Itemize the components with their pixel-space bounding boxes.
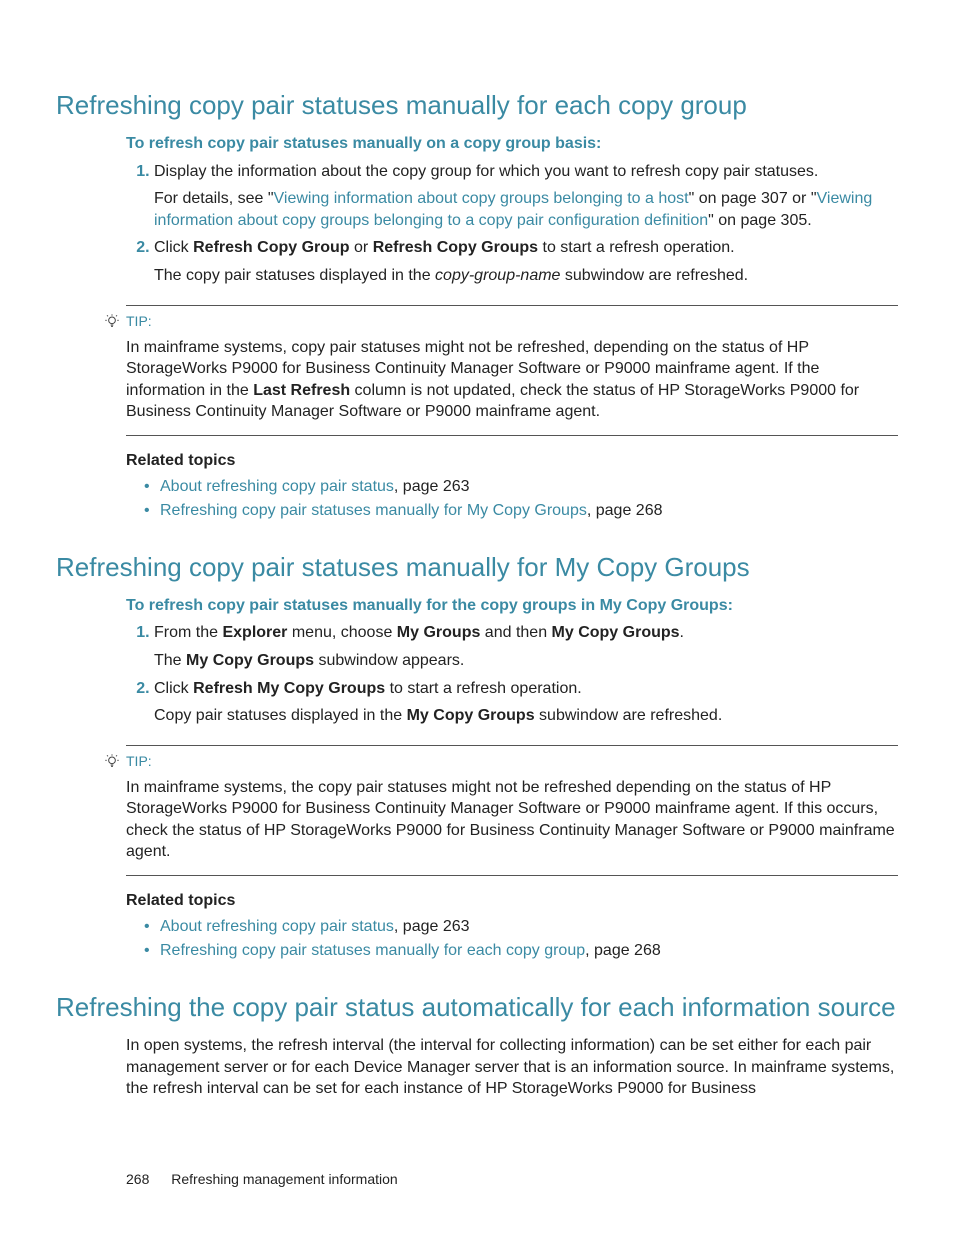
steps-list: Display the information about the copy g… xyxy=(126,161,898,287)
related-topics-heading: Related topics xyxy=(126,890,898,912)
text: . xyxy=(680,624,684,641)
bold-label: My Copy Groups xyxy=(186,652,314,669)
text: The copy pair statuses displayed in the xyxy=(154,267,435,284)
intro-text: To refresh copy pair statuses manually o… xyxy=(126,133,898,155)
step-detail: The My Copy Groups subwindow appears. xyxy=(154,650,898,672)
page-number: 268 xyxy=(126,1171,149,1187)
link-refreshing-my-copy-groups[interactable]: Refreshing copy pair statuses manually f… xyxy=(160,502,587,519)
lightbulb-icon xyxy=(104,313,120,329)
text: or xyxy=(350,239,373,256)
link-refreshing-each-copy-group[interactable]: Refreshing copy pair statuses manually f… xyxy=(160,942,585,959)
step-item: From the Explorer menu, choose My Groups… xyxy=(154,622,898,671)
tip-body: In mainframe systems, the copy pair stat… xyxy=(126,777,898,863)
link-viewing-host[interactable]: Viewing information about copy groups be… xyxy=(274,190,689,207)
tip-box: TIP: In mainframe systems, the copy pair… xyxy=(126,745,898,876)
list-item: Refreshing copy pair statuses manually f… xyxy=(144,940,898,962)
text: subwindow are refreshed. xyxy=(560,267,748,284)
bold-label: Refresh Copy Group xyxy=(193,239,349,256)
text: , page 263 xyxy=(394,478,470,495)
list-item: Refreshing copy pair statuses manually f… xyxy=(144,500,898,522)
text: Click xyxy=(154,239,193,256)
step-detail: The copy pair statuses displayed in the … xyxy=(154,265,898,287)
bold-label: Refresh Copy Groups xyxy=(373,239,538,256)
step-text: Display the information about the copy g… xyxy=(154,163,818,180)
text: " on page 307 or " xyxy=(689,190,817,207)
tip-label: TIP: xyxy=(126,312,152,331)
text: to start a refresh operation. xyxy=(538,239,735,256)
text: From the xyxy=(154,624,222,641)
text: , page 268 xyxy=(587,502,663,519)
text: menu, choose xyxy=(287,624,396,641)
text: , page 268 xyxy=(585,942,661,959)
section-heading: Refreshing the copy pair status automati… xyxy=(56,990,898,1025)
bold-label: Explorer xyxy=(222,624,287,641)
text: , page 263 xyxy=(394,918,470,935)
footer-title: Refreshing management information xyxy=(171,1171,397,1187)
section-heading: Refreshing copy pair statuses manually f… xyxy=(56,88,898,123)
intro-text: To refresh copy pair statuses manually f… xyxy=(126,595,898,617)
related-topics-heading: Related topics xyxy=(126,450,898,472)
step-item: Display the information about the copy g… xyxy=(154,161,898,232)
italic-term: copy-group-name xyxy=(435,267,560,284)
page-footer: 268 Refreshing management information xyxy=(56,1170,898,1189)
text: subwindow appears. xyxy=(314,652,464,669)
tip-body: In mainframe systems, copy pair statuses… xyxy=(126,337,898,423)
text: subwindow are refreshed. xyxy=(535,707,723,724)
link-about-refreshing[interactable]: About refreshing copy pair status xyxy=(160,918,394,935)
link-about-refreshing[interactable]: About refreshing copy pair status xyxy=(160,478,394,495)
step-detail: For details, see "Viewing information ab… xyxy=(154,188,898,231)
bold-label: Refresh My Copy Groups xyxy=(193,680,385,697)
related-list: About refreshing copy pair status, page … xyxy=(144,916,898,962)
step-item: Click Refresh My Copy Groups to start a … xyxy=(154,678,898,727)
list-item: About refreshing copy pair status, page … xyxy=(144,476,898,498)
lightbulb-icon xyxy=(104,753,120,769)
text: For details, see " xyxy=(154,190,274,207)
step-detail: Copy pair statuses displayed in the My C… xyxy=(154,705,898,727)
text: " on page 305. xyxy=(708,212,812,229)
bold-label: My Copy Groups xyxy=(552,624,680,641)
text: to start a refresh operation. xyxy=(385,680,582,697)
bold-label: Last Refresh xyxy=(253,382,350,399)
text: Click xyxy=(154,680,193,697)
text: and then xyxy=(480,624,551,641)
bold-label: My Copy Groups xyxy=(407,707,535,724)
body-paragraph: In open systems, the refresh interval (t… xyxy=(126,1035,898,1100)
list-item: About refreshing copy pair status, page … xyxy=(144,916,898,938)
tip-box: TIP: In mainframe systems, copy pair sta… xyxy=(126,305,898,436)
related-list: About refreshing copy pair status, page … xyxy=(144,476,898,522)
text: Copy pair statuses displayed in the xyxy=(154,707,407,724)
steps-list: From the Explorer menu, choose My Groups… xyxy=(126,622,898,726)
step-item: Click Refresh Copy Group or Refresh Copy… xyxy=(154,237,898,286)
tip-label: TIP: xyxy=(126,752,152,771)
section-heading: Refreshing copy pair statuses manually f… xyxy=(56,550,898,585)
text: The xyxy=(154,652,186,669)
bold-label: My Groups xyxy=(397,624,481,641)
